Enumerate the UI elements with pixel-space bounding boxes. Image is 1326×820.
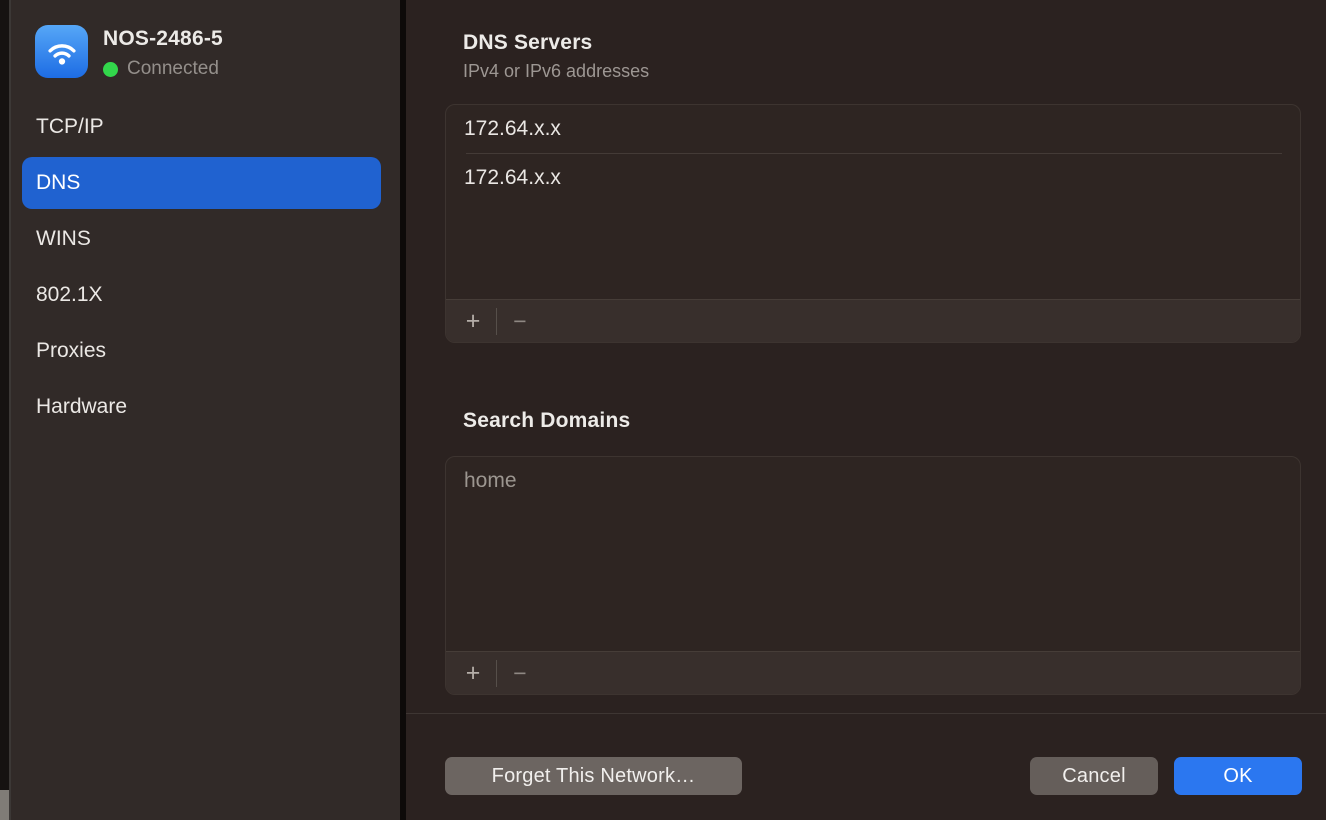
connected-status-dot-icon (103, 62, 118, 77)
dns-servers-list-toolbar: + − (446, 299, 1300, 342)
plus-icon: + (466, 309, 481, 334)
minus-icon: − (513, 662, 526, 685)
sidebar: NOS-2486-5 Connected TCP/IP DNS WINS (11, 0, 400, 820)
network-meta: NOS-2486-5 Connected (103, 25, 223, 80)
sidebar-item-hardware[interactable]: Hardware (11, 379, 400, 435)
search-domains-title: Search Domains (463, 409, 630, 433)
network-name: NOS-2486-5 (103, 27, 223, 51)
network-header: NOS-2486-5 Connected (35, 25, 223, 80)
search-domains-list-toolbar: + − (446, 651, 1300, 694)
cancel-button[interactable]: Cancel (1030, 757, 1158, 795)
background-window-edge-bottom (0, 790, 9, 820)
remove-dns-server-button[interactable]: − (505, 300, 535, 342)
plus-icon: + (466, 661, 481, 686)
network-status-label: Connected (127, 58, 219, 80)
sidebar-item-8021x[interactable]: 802.1X (11, 267, 400, 323)
search-domains-listbox: home + − (445, 456, 1301, 695)
ok-button[interactable]: OK (1174, 757, 1302, 795)
toolbar-separator (496, 660, 497, 687)
sidebar-item-wins[interactable]: WINS (11, 211, 400, 267)
background-window-edge (0, 0, 9, 820)
forget-network-button[interactable]: Forget This Network… (445, 757, 742, 795)
sidebar-item-dns[interactable]: DNS (11, 155, 400, 211)
search-domain-entry[interactable]: home (446, 457, 1300, 505)
dns-servers-title: DNS Servers (463, 31, 592, 55)
network-status: Connected (103, 58, 223, 80)
sidebar-item-tcpip[interactable]: TCP/IP (11, 99, 400, 155)
toolbar-separator (496, 308, 497, 335)
dns-servers-listbox: 172.64.x.x 172.64.x.x + − (445, 104, 1301, 343)
remove-search-domain-button[interactable]: − (505, 652, 535, 694)
dns-server-entry[interactable]: 172.64.x.x (446, 154, 1300, 202)
dns-server-entry[interactable]: 172.64.x.x (446, 105, 1300, 153)
sidebar-item-proxies[interactable]: Proxies (11, 323, 400, 379)
footer-divider (406, 713, 1326, 714)
dns-settings-panel: DNS Servers IPv4 or IPv6 addresses 172.6… (406, 0, 1326, 820)
minus-icon: − (513, 310, 526, 333)
sidebar-nav: TCP/IP DNS WINS 802.1X Proxies Hardware (11, 99, 400, 435)
wifi-icon (35, 25, 88, 78)
add-search-domain-button[interactable]: + (458, 652, 488, 694)
wifi-network-details-sheet: NOS-2486-5 Connected TCP/IP DNS WINS (0, 0, 1326, 820)
add-dns-server-button[interactable]: + (458, 300, 488, 342)
dns-servers-subtitle: IPv4 or IPv6 addresses (463, 61, 649, 82)
